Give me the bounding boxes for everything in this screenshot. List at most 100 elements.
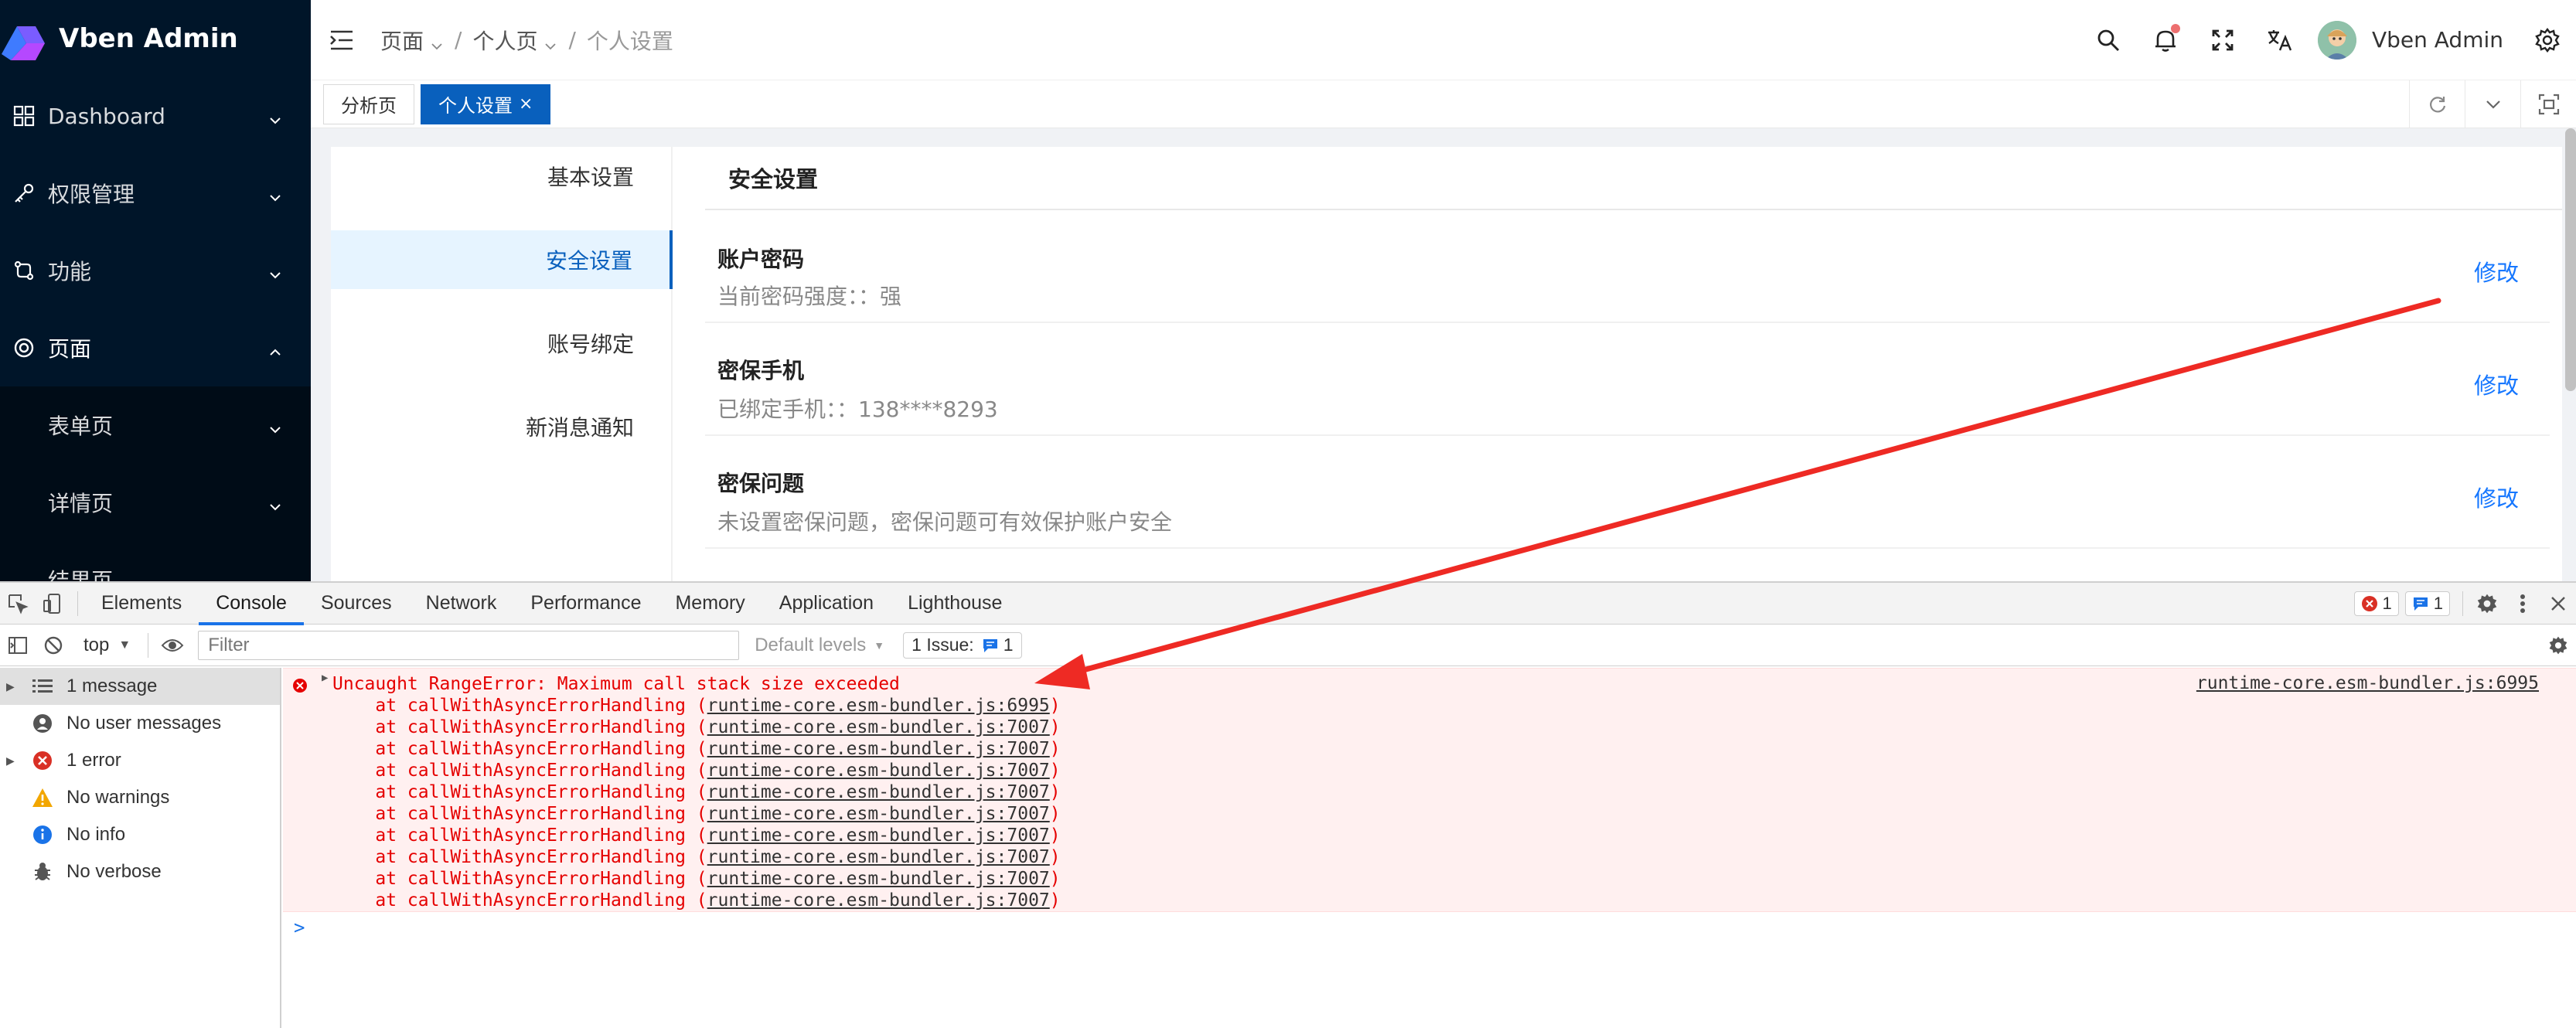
stack-frame-link[interactable]: runtime-core.esm-bundler.js:7007	[707, 739, 1050, 759]
stack-frame-text: at callWithAsyncErrorHandling (	[332, 761, 707, 781]
sidebar: Vben Admin Dashboard 权限管理 功能 页面 表单页 详情页 …	[0, 0, 311, 581]
settings-nav-account-binding[interactable]: 账号绑定	[331, 314, 671, 373]
breadcrumb-separator: /	[455, 27, 462, 53]
stack-frame-link[interactable]: runtime-core.esm-bundler.js:7007	[707, 847, 1050, 867]
vben-logo-icon	[0, 15, 46, 62]
close-devtools-icon[interactable]	[2540, 583, 2576, 625]
devtools-tab-console[interactable]: Console	[199, 583, 304, 625]
header: 页面 / 个人页 / 个人设置 Vben Admin	[311, 0, 2576, 80]
stack-frame-link[interactable]: runtime-core.esm-bundler.js:7007	[707, 869, 1050, 889]
settings-nav-security[interactable]: 安全设置	[331, 230, 673, 289]
console-filter-errors[interactable]: ▶ 1 error	[0, 742, 280, 779]
stack-frame: at callWithAsyncErrorHandling (runtime-c…	[283, 868, 2576, 890]
inspect-element-icon[interactable]	[0, 583, 36, 625]
error-count-badge[interactable]: 1	[2353, 591, 2399, 616]
page-scrollbar[interactable]	[2565, 128, 2576, 391]
expand-arrow-icon: ▶	[6, 754, 15, 767]
search-icon[interactable]	[2080, 12, 2137, 69]
issues-button[interactable]: 1 Issue: 1	[903, 631, 1022, 659]
user-dropdown[interactable]: Vben Admin	[2317, 20, 2503, 60]
stack-frame-link[interactable]: runtime-core.esm-bundler.js:7007	[707, 717, 1050, 737]
console-error-entry[interactable]: ▶ Uncaught RangeError: Maximum call stac…	[283, 668, 2576, 912]
filter-input[interactable]	[198, 630, 740, 660]
console-filter-warnings[interactable]: No warnings	[0, 779, 280, 816]
expand-arrow-icon: ▶	[6, 679, 15, 693]
breadcrumb-label: 个人设置	[586, 28, 673, 54]
context-select[interactable]: top ▼	[83, 635, 131, 656]
stack-frame-link[interactable]: runtime-core.esm-bundler.js:7007	[707, 782, 1050, 802]
devtools-tabbar: Elements Console Sources Network Perform…	[0, 583, 2576, 625]
refresh-icon[interactable]	[2409, 80, 2465, 128]
sidebar-item-features[interactable]: 功能	[0, 232, 311, 309]
function-icon	[11, 257, 37, 284]
bell-icon[interactable]	[2137, 12, 2194, 69]
devtools-tab-elements[interactable]: Elements	[84, 583, 199, 625]
sidebar-item-label: 页面	[48, 336, 92, 362]
sidebar-item-detail-page[interactable]: 详情页	[0, 464, 311, 541]
devtools-tab-performance[interactable]: Performance	[513, 583, 658, 625]
console-settings-icon[interactable]	[2540, 625, 2576, 666]
settings-nav-notifications[interactable]: 新消息通知	[331, 397, 671, 456]
more-options-icon[interactable]	[2505, 583, 2540, 625]
devtools-tab-memory[interactable]: Memory	[658, 583, 762, 625]
stack-frame: at callWithAsyncErrorHandling (runtime-c…	[283, 890, 2576, 911]
fullscreen-icon[interactable]	[2194, 12, 2251, 69]
stack-frame-link[interactable]: runtime-core.esm-bundler.js:7007	[707, 890, 1050, 911]
translate-icon[interactable]	[2251, 12, 2309, 69]
settings-nav-basic[interactable]: 基本设置	[331, 147, 671, 206]
breadcrumb-item[interactable]: 页面	[380, 25, 444, 56]
devtools-tab-application[interactable]: Application	[762, 583, 891, 625]
devtools-tab-actions: 1 1	[2353, 583, 2576, 625]
info-icon	[31, 823, 54, 846]
chevron-down-icon[interactable]	[2465, 80, 2520, 128]
maximize-icon[interactable]	[2520, 80, 2576, 128]
stack-frame-link[interactable]: runtime-core.esm-bundler.js:7007	[707, 825, 1050, 846]
modify-link[interactable]: 修改	[2474, 368, 2519, 400]
modify-link[interactable]: 修改	[2474, 255, 2519, 288]
breadcrumb: 页面 / 个人页 / 个人设置	[380, 25, 2080, 56]
sidebar-toggle-icon[interactable]	[0, 625, 36, 666]
breadcrumb-separator: /	[568, 27, 576, 53]
tab-analysis[interactable]: 分析页	[323, 83, 414, 124]
sidebar-item-label: 详情页	[48, 491, 114, 516]
sidebar-item-form-page[interactable]: 表单页	[0, 386, 311, 464]
sidebar-item-result-page[interactable]: 结果页	[0, 541, 311, 581]
devtools-tab-network[interactable]: Network	[409, 583, 514, 625]
sidebar-item-pages[interactable]: 页面	[0, 309, 311, 386]
console-filter-user-messages[interactable]: No user messages	[0, 705, 280, 742]
settings-nav: 基本设置 安全设置 账号绑定 新消息通知	[331, 147, 673, 581]
error-source-link[interactable]: runtime-core.esm-bundler.js:6995	[2196, 673, 2539, 693]
console-prompt[interactable]: >	[283, 912, 2576, 943]
error-count: 1	[2382, 593, 2392, 613]
stack-frame-text: )	[1049, 869, 1061, 889]
logo[interactable]: Vben Admin	[0, 0, 311, 77]
console-toolbar: top ▼ Default levels ▼ 1 Issue: 1	[0, 625, 2576, 666]
devtools-settings-icon[interactable]	[2469, 583, 2505, 625]
message-count-badge[interactable]: 1	[2404, 591, 2450, 616]
breadcrumb-label: 个人页	[472, 28, 538, 54]
sidebar-item-label: 表单页	[48, 414, 114, 439]
chevron-down-icon	[267, 495, 283, 511]
breadcrumb-item[interactable]: 个人页	[472, 25, 557, 56]
sidebar-submenu: 表单页 详情页 结果页	[0, 386, 311, 581]
stack-frame-link[interactable]: runtime-core.esm-bundler.js:6995	[707, 696, 1050, 716]
stack-frame-link[interactable]: runtime-core.esm-bundler.js:7007	[707, 804, 1050, 824]
console-filter-verbose[interactable]: No verbose	[0, 853, 280, 890]
device-toolbar-icon[interactable]	[36, 583, 71, 625]
log-levels-dropdown[interactable]: Default levels ▼	[755, 635, 884, 656]
live-expression-eye-icon[interactable]	[155, 625, 190, 666]
tab-personal-settings[interactable]: 个人设置 ×	[421, 83, 551, 124]
menu-fold-icon[interactable]	[326, 25, 357, 56]
stack-frame-link[interactable]: runtime-core.esm-bundler.js:7007	[707, 761, 1050, 781]
close-icon[interactable]: ×	[519, 94, 533, 114]
clear-console-icon[interactable]	[36, 625, 71, 666]
sidebar-item-permissions[interactable]: 权限管理	[0, 155, 311, 232]
sidebar-item-dashboard[interactable]: Dashboard	[0, 77, 311, 155]
console-filter-messages[interactable]: ▶ 1 message	[0, 668, 280, 705]
devtools-tab-sources[interactable]: Sources	[304, 583, 409, 625]
devtools-tab-lighthouse[interactable]: Lighthouse	[891, 583, 1019, 625]
modify-link[interactable]: 修改	[2474, 481, 2519, 513]
console-filter-info[interactable]: No info	[0, 816, 280, 853]
dropdown-arrow-icon: ▼	[874, 638, 885, 652]
settings-gear-icon[interactable]	[2519, 12, 2576, 69]
